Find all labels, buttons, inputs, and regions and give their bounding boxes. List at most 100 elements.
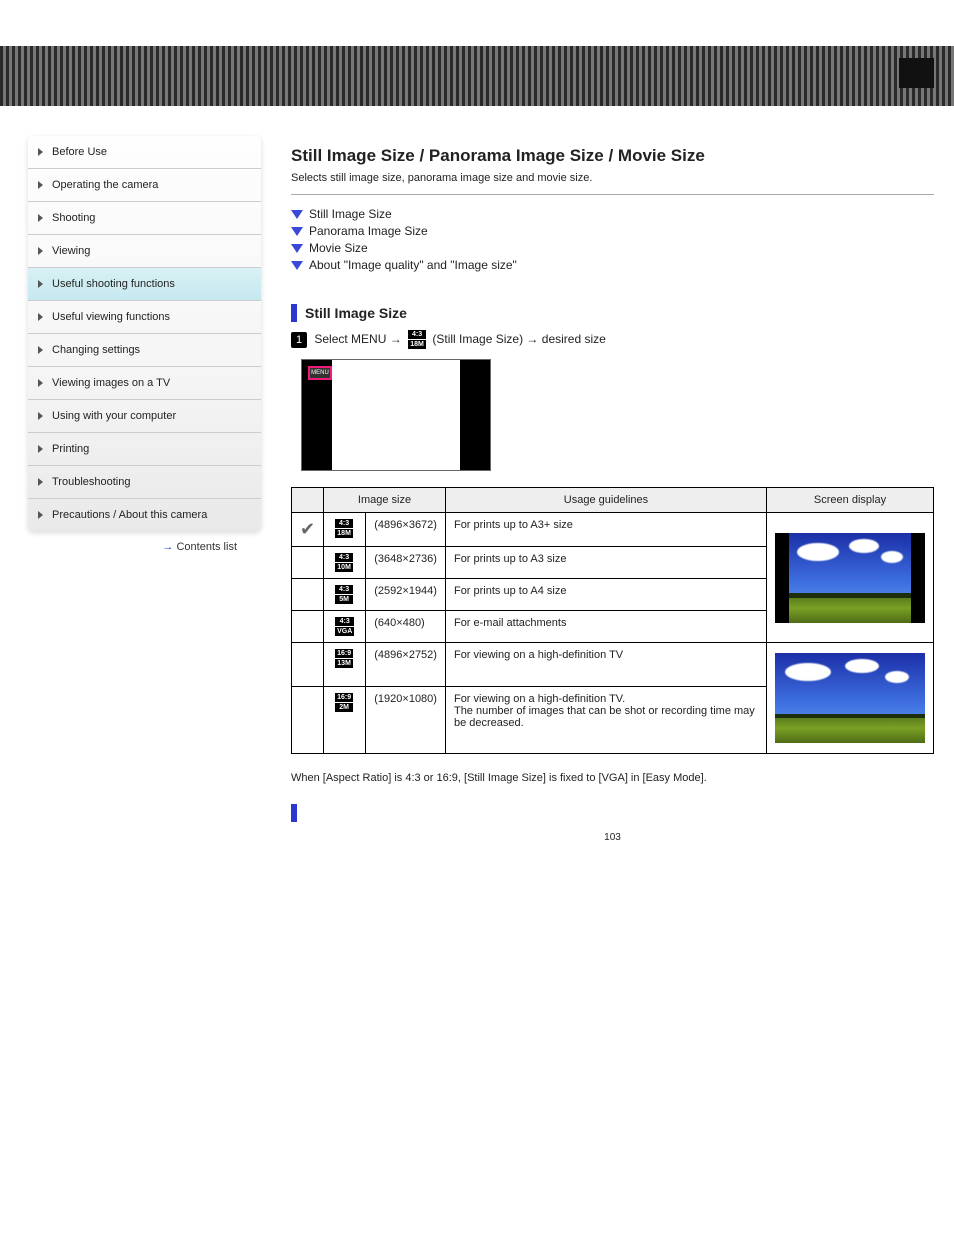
triangle-down-icon xyxy=(291,210,303,219)
contents-list-link[interactable]: → Contents list xyxy=(28,531,261,553)
sidebar-item-precautions[interactable]: Precautions / About this camera xyxy=(28,499,261,531)
table-row: 16:913M (4896×2752) For viewing on a hig… xyxy=(292,643,934,687)
image-size-icon: 16:913M xyxy=(335,649,353,668)
icon-cell: 4:310M xyxy=(324,547,366,579)
col-display: Screen display xyxy=(767,488,934,513)
step-instruction: 1 Select MENU → 4:3 18M (Still Image Siz… xyxy=(291,330,934,349)
step-text-c: desired size xyxy=(542,332,606,346)
step-number-icon: 1 xyxy=(291,332,307,348)
contents-list-label: Contents list xyxy=(176,541,237,553)
image-size-icon: 4:35M xyxy=(335,585,353,604)
usage-cell: For prints up to A3+ size xyxy=(445,513,766,547)
sidebar-item-computer[interactable]: Using with your computer xyxy=(28,400,261,433)
sidebar-item-label: Precautions / About this camera xyxy=(52,509,207,521)
size-cell: (640×480) xyxy=(366,611,446,643)
image-size-icon: 16:92M xyxy=(335,693,353,712)
toc-label: Panorama Image Size xyxy=(309,224,428,238)
arrow-right-icon: → xyxy=(162,541,173,553)
toc-item[interactable]: Movie Size xyxy=(291,241,934,255)
triangle-down-icon xyxy=(291,244,303,253)
sidebar-item-troubleshooting[interactable]: Troubleshooting xyxy=(28,466,261,499)
step-text-b: (Still Image Size) xyxy=(432,332,523,346)
size-cell: (4896×2752) xyxy=(366,643,446,687)
size-cell: (1920×1080) xyxy=(366,687,446,754)
image-size-icon: 4:3VGA xyxy=(335,617,354,636)
sidebar-item-changing-settings[interactable]: Changing settings xyxy=(28,334,261,367)
page-corner-badge xyxy=(899,58,934,88)
step-text-a: Select MENU xyxy=(314,332,386,346)
sidebar-item-label: Printing xyxy=(52,443,89,455)
image-size-icon: 4:310M xyxy=(335,553,353,572)
size-cell: (3648×2736) xyxy=(366,547,446,579)
check-icon: ✔ xyxy=(300,519,315,539)
col-usage: Usage guidelines xyxy=(445,488,766,513)
icon-cell: 16:92M xyxy=(324,687,366,754)
sidebar-item-label: Troubleshooting xyxy=(52,476,130,488)
page-title: Still Image Size / Panorama Image Size /… xyxy=(291,146,934,166)
check-cell: ✔ xyxy=(292,513,324,547)
sidebar-item-viewing[interactable]: Viewing xyxy=(28,235,261,268)
toc-label: Movie Size xyxy=(309,241,368,255)
screen-inner xyxy=(332,360,460,470)
check-cell xyxy=(292,687,324,754)
sidebar-wrap: Before Use Operating the camera Shooting… xyxy=(28,136,261,553)
sidebar-item-label: Useful viewing functions xyxy=(52,311,170,323)
toc-item[interactable]: About "Image quality" and "Image size" xyxy=(291,258,934,272)
col-check xyxy=(292,488,324,513)
table-header-row: Image size Usage guidelines Screen displ… xyxy=(292,488,934,513)
toc-item[interactable]: Still Image Size xyxy=(291,207,934,221)
sidebar-item-label: Changing settings xyxy=(52,344,140,356)
display-cell xyxy=(767,643,934,754)
sidebar-item-useful-shooting[interactable]: Useful shooting functions xyxy=(28,268,261,301)
footer-note: When [Aspect Ratio] is 4:3 or 16:9, [Sti… xyxy=(291,772,934,784)
page-subtitle: Selects still image size, panorama image… xyxy=(291,172,934,184)
header-banner xyxy=(0,46,954,106)
toc-item[interactable]: Panorama Image Size xyxy=(291,224,934,238)
options-table: Image size Usage guidelines Screen displ… xyxy=(291,487,934,754)
content-area: Still Image Size / Panorama Image Size /… xyxy=(291,136,934,843)
icon-cell: 4:318M xyxy=(324,513,366,547)
display-cell xyxy=(767,513,934,643)
sidebar-item-printing[interactable]: Printing xyxy=(28,433,261,466)
thumbnail-16-9 xyxy=(775,653,925,743)
section-title: Still Image Size xyxy=(305,305,407,321)
sidebar-item-tv[interactable]: Viewing images on a TV xyxy=(28,367,261,400)
image-size-icon: 4:3 18M xyxy=(408,330,426,349)
thumbnail-4-3 xyxy=(775,533,925,623)
check-cell xyxy=(292,643,324,687)
usage-cell: For viewing on a high-definition TV xyxy=(445,643,766,687)
sidebar-item-label: Using with your computer xyxy=(52,410,176,422)
sidebar-item-useful-viewing[interactable]: Useful viewing functions xyxy=(28,301,261,334)
mp-label: 18M xyxy=(408,340,426,349)
size-cell: (2592×1944) xyxy=(366,579,446,611)
toc-label: Still Image Size xyxy=(309,207,392,221)
section-bar-icon xyxy=(291,304,297,322)
sidebar-item-label: Viewing xyxy=(52,245,90,257)
check-cell xyxy=(292,579,324,611)
sidebar-item-label: Viewing images on a TV xyxy=(52,377,170,389)
usage-cell: For prints up to A3 size xyxy=(445,547,766,579)
sidebar-item-before-use[interactable]: Before Use xyxy=(28,136,261,169)
section-bar-icon xyxy=(291,804,297,822)
check-cell xyxy=(292,611,324,643)
sidebar-item-operating[interactable]: Operating the camera xyxy=(28,169,261,202)
usage-cell: For prints up to A4 size xyxy=(445,579,766,611)
col-size: Image size xyxy=(324,488,446,513)
screenshot-illustration: MENU xyxy=(301,359,491,471)
toc-label: About "Image quality" and "Image size" xyxy=(309,258,517,272)
size-cell: (4896×3672) xyxy=(366,513,446,547)
menu-button-icon: MENU xyxy=(308,366,332,380)
sidebar-item-shooting[interactable]: Shooting xyxy=(28,202,261,235)
ratio-label: 4:3 xyxy=(408,330,426,339)
sidebar-item-label: Operating the camera xyxy=(52,179,158,191)
sidebar: Before Use Operating the camera Shooting… xyxy=(28,136,261,531)
sidebar-item-label: Useful shooting functions xyxy=(52,278,175,290)
section-header-next xyxy=(291,804,934,822)
section-header: Still Image Size xyxy=(291,304,934,322)
usage-cell: For e-mail attachments xyxy=(445,611,766,643)
main-layout: Before Use Operating the camera Shooting… xyxy=(0,106,954,863)
usage-cell: For viewing on a high-definition TV. The… xyxy=(445,687,766,754)
check-cell xyxy=(292,547,324,579)
page-number: 103 xyxy=(291,832,934,843)
sidebar-item-label: Shooting xyxy=(52,212,95,224)
